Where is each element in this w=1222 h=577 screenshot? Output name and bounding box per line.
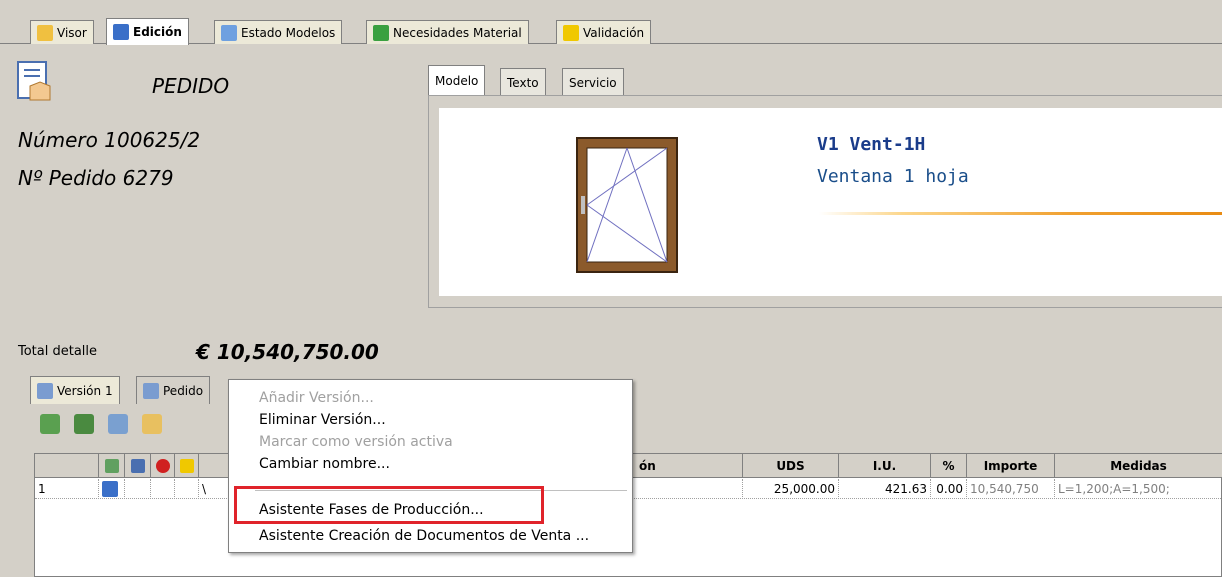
model-preview: V1 Vent-1H Ventana 1 hoja	[439, 108, 1222, 296]
cube-icon	[373, 24, 389, 41]
row-iu[interactable]: 421.63	[839, 479, 931, 499]
row-index: 1	[35, 479, 99, 499]
tab-modelo-label: Modelo	[435, 74, 479, 88]
header-model-icon	[99, 454, 125, 478]
header-uds[interactable]: UDS	[743, 454, 839, 478]
order-document-icon	[17, 61, 51, 101]
row-medidas[interactable]: L=1,200;A=1,500;	[1055, 479, 1222, 499]
menu-rename[interactable]: Cambiar nombre...	[259, 454, 390, 474]
tab-validacion[interactable]: Validación	[556, 20, 652, 44]
tab-edicion-label: Edición	[133, 25, 182, 39]
header-iu[interactable]: I.U.	[839, 454, 931, 478]
menu-mark-active-version[interactable]: Marcar como versión activa	[259, 432, 453, 452]
tab-texto-label: Texto	[507, 75, 539, 90]
tab-modelo[interactable]: Modelo	[428, 65, 486, 96]
copy-icon[interactable]	[108, 414, 128, 434]
header-iu-label: I.U.	[872, 459, 897, 473]
tab-pedido[interactable]: Pedido	[136, 376, 211, 404]
grid-icon	[113, 24, 129, 40]
list-icon	[221, 24, 237, 41]
header-pct-label: %	[942, 459, 955, 473]
order-title: PEDIDO	[152, 74, 230, 98]
row-error-cell	[151, 479, 175, 499]
header-doc-icon	[125, 454, 151, 478]
model-panel: V1 Vent-1H Ventana 1 hoja	[428, 95, 1222, 308]
tab-estado-modelos[interactable]: Estado Modelos	[214, 20, 343, 44]
window-drawing-icon	[576, 137, 678, 273]
tab-version-1-label: Versión 1	[57, 383, 113, 398]
tab-pedido-label: Pedido	[163, 383, 204, 398]
grid-toolbar	[40, 414, 162, 438]
header-uds-label: UDS	[776, 459, 805, 473]
row-doc-cell	[125, 479, 151, 499]
header-medidas[interactable]: Medidas	[1055, 454, 1222, 478]
row-uds[interactable]: 25,000.00	[743, 479, 839, 499]
tab-visor[interactable]: Visor	[30, 20, 94, 44]
model-code: V1 Vent-1H	[817, 134, 926, 155]
paste-icon[interactable]	[142, 414, 162, 434]
header-importe[interactable]: Importe	[967, 454, 1055, 478]
version-context-menu: Añadir Versión... Eliminar Versión... Ma…	[228, 379, 633, 553]
order-number: Número 100625/2	[18, 128, 201, 152]
header-error-icon	[151, 454, 175, 478]
row-model-icon	[99, 479, 125, 499]
menu-add-version[interactable]: Añadir Versión...	[259, 388, 374, 408]
top-tab-strip: Visor Edición Estado Modelos Necesidades…	[0, 0, 1222, 45]
viewer-icon	[37, 24, 53, 41]
total-detail-label: Total detalle	[18, 344, 98, 359]
tab-texto[interactable]: Texto	[500, 68, 546, 96]
tab-edicion[interactable]: Edición	[106, 18, 189, 45]
model-description: Ventana 1 hoja	[817, 166, 969, 187]
tab-visor-label: Visor	[57, 25, 87, 40]
tab-necesidades-material[interactable]: Necesidades Material	[366, 20, 529, 44]
header-index	[35, 454, 99, 478]
menu-sales-documents-wizard[interactable]: Asistente Creación de Documentos de Vent…	[259, 526, 589, 546]
tab-validacion-label: Validación	[583, 25, 645, 40]
row-warning-cell	[175, 479, 199, 499]
add-row-icon[interactable]	[40, 414, 60, 434]
header-importe-label: Importe	[983, 459, 1038, 473]
version-icon	[143, 382, 159, 399]
accent-divider	[819, 212, 1222, 215]
version-icon	[37, 382, 53, 399]
header-medidas-label: Medidas	[1110, 459, 1167, 473]
row-pct[interactable]: 0.00	[931, 479, 967, 499]
row-importe: 10,540,750	[967, 479, 1055, 499]
header-description-label: ón	[639, 459, 656, 473]
tab-necesidades-material-label: Necesidades Material	[393, 25, 522, 40]
header-warning-icon	[175, 454, 199, 478]
order-pedido-number: Nº Pedido 6279	[18, 166, 174, 190]
tab-estado-modelos-label: Estado Modelos	[241, 25, 336, 40]
tab-servicio[interactable]: Servicio	[562, 68, 624, 96]
tab-version-1[interactable]: Versión 1	[30, 376, 120, 404]
tab-servicio-label: Servicio	[569, 75, 617, 90]
header-pct[interactable]: %	[931, 454, 967, 478]
highlight-annotation	[234, 486, 544, 524]
total-detail-value: € 10,540,750.00	[196, 340, 379, 364]
menu-delete-version[interactable]: Eliminar Versión...	[259, 410, 386, 430]
insert-row-icon[interactable]	[74, 414, 94, 434]
warning-icon	[563, 24, 579, 41]
